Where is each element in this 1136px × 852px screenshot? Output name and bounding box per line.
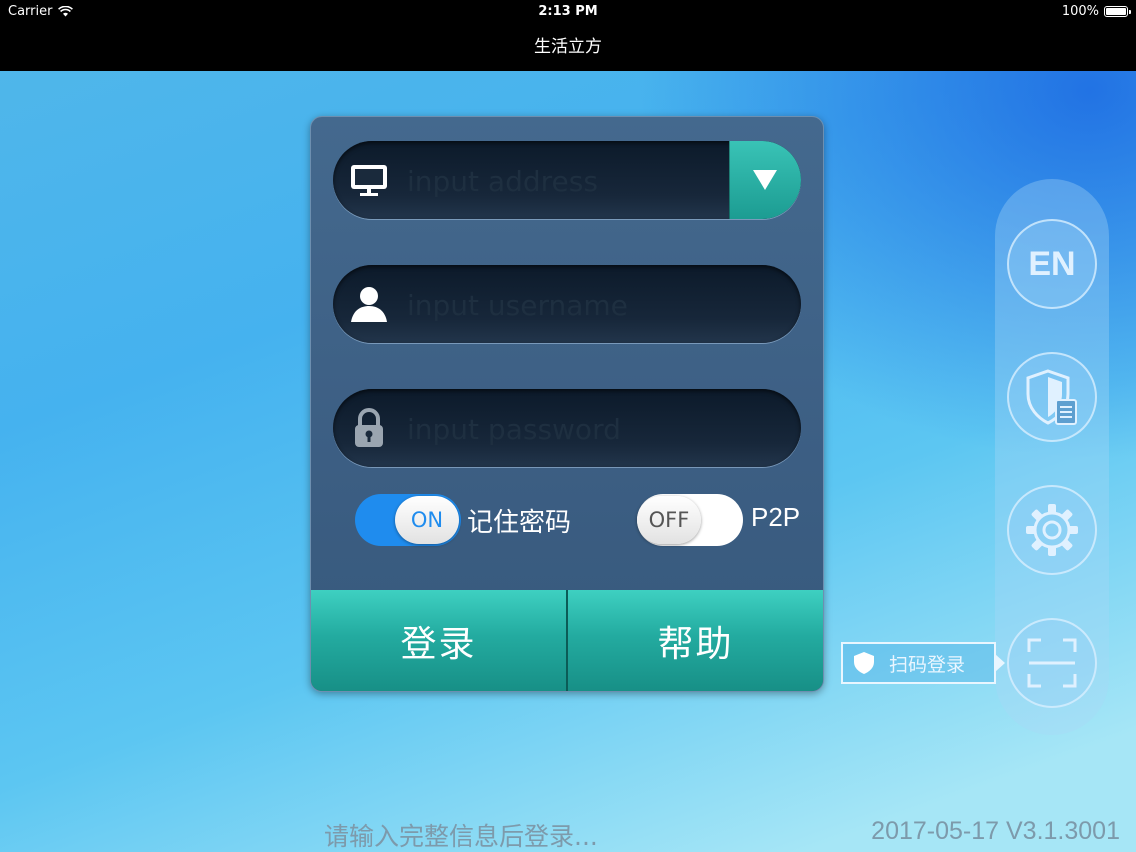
- lock-icon: [349, 408, 389, 447]
- password-field: [333, 389, 801, 467]
- gear-icon: [1026, 504, 1078, 556]
- language-label: EN: [1028, 244, 1076, 283]
- status-time: 2:13 PM: [538, 4, 598, 19]
- status-message: 请输入完整信息后登录...: [324, 822, 598, 851]
- status-bar: Carrier 2:13 PM 100%: [0, 0, 1136, 24]
- scan-frame-icon: [1027, 638, 1077, 688]
- user-icon: [349, 286, 389, 322]
- action-buttons: 登录 帮助: [311, 590, 823, 691]
- login-button[interactable]: 登录: [311, 590, 566, 691]
- remember-password-toggle[interactable]: ON: [355, 494, 461, 546]
- remember-password-label: 记住密码: [467, 508, 572, 538]
- battery-info: 100%: [1061, 4, 1131, 19]
- login-background: ON 记住密码 OFF P2P 登录 帮助 EN: [0, 71, 1136, 852]
- shield-icon: [854, 652, 874, 674]
- address-input[interactable]: [405, 161, 749, 201]
- language-button[interactable]: EN: [1007, 219, 1097, 309]
- qr-login-tooltip: 扫码登录: [841, 642, 1005, 684]
- help-button[interactable]: 帮助: [566, 590, 823, 691]
- address-field: [333, 141, 801, 219]
- battery-percent: 100%: [1061, 4, 1099, 19]
- qr-login-label: 扫码登录: [889, 653, 966, 676]
- version-label: 2017-05-17 V3.1.3001: [871, 817, 1120, 845]
- side-toolbar: EN: [995, 179, 1109, 735]
- toggle-knob: OFF: [637, 496, 701, 544]
- username-field: [333, 265, 801, 343]
- settings-button[interactable]: [1007, 485, 1097, 575]
- nav-title: 生活立方: [534, 37, 602, 57]
- address-dropdown-button[interactable]: [729, 141, 801, 219]
- toggle-knob: ON: [395, 496, 459, 544]
- qr-scan-button[interactable]: [1007, 618, 1097, 708]
- monitor-icon: [349, 162, 389, 198]
- login-panel: ON 记住密码 OFF P2P 登录 帮助: [310, 116, 824, 692]
- battery-icon: [1104, 6, 1131, 17]
- nav-bar: 生活立方: [0, 24, 1136, 71]
- password-input[interactable]: [405, 409, 749, 449]
- privacy-policy-button[interactable]: [1007, 352, 1097, 442]
- username-input[interactable]: [405, 285, 749, 325]
- p2p-label: P2P: [751, 502, 801, 532]
- shield-document-icon: [1026, 369, 1077, 425]
- triangle-down-icon: [753, 170, 777, 190]
- p2p-toggle[interactable]: OFF: [637, 494, 743, 546]
